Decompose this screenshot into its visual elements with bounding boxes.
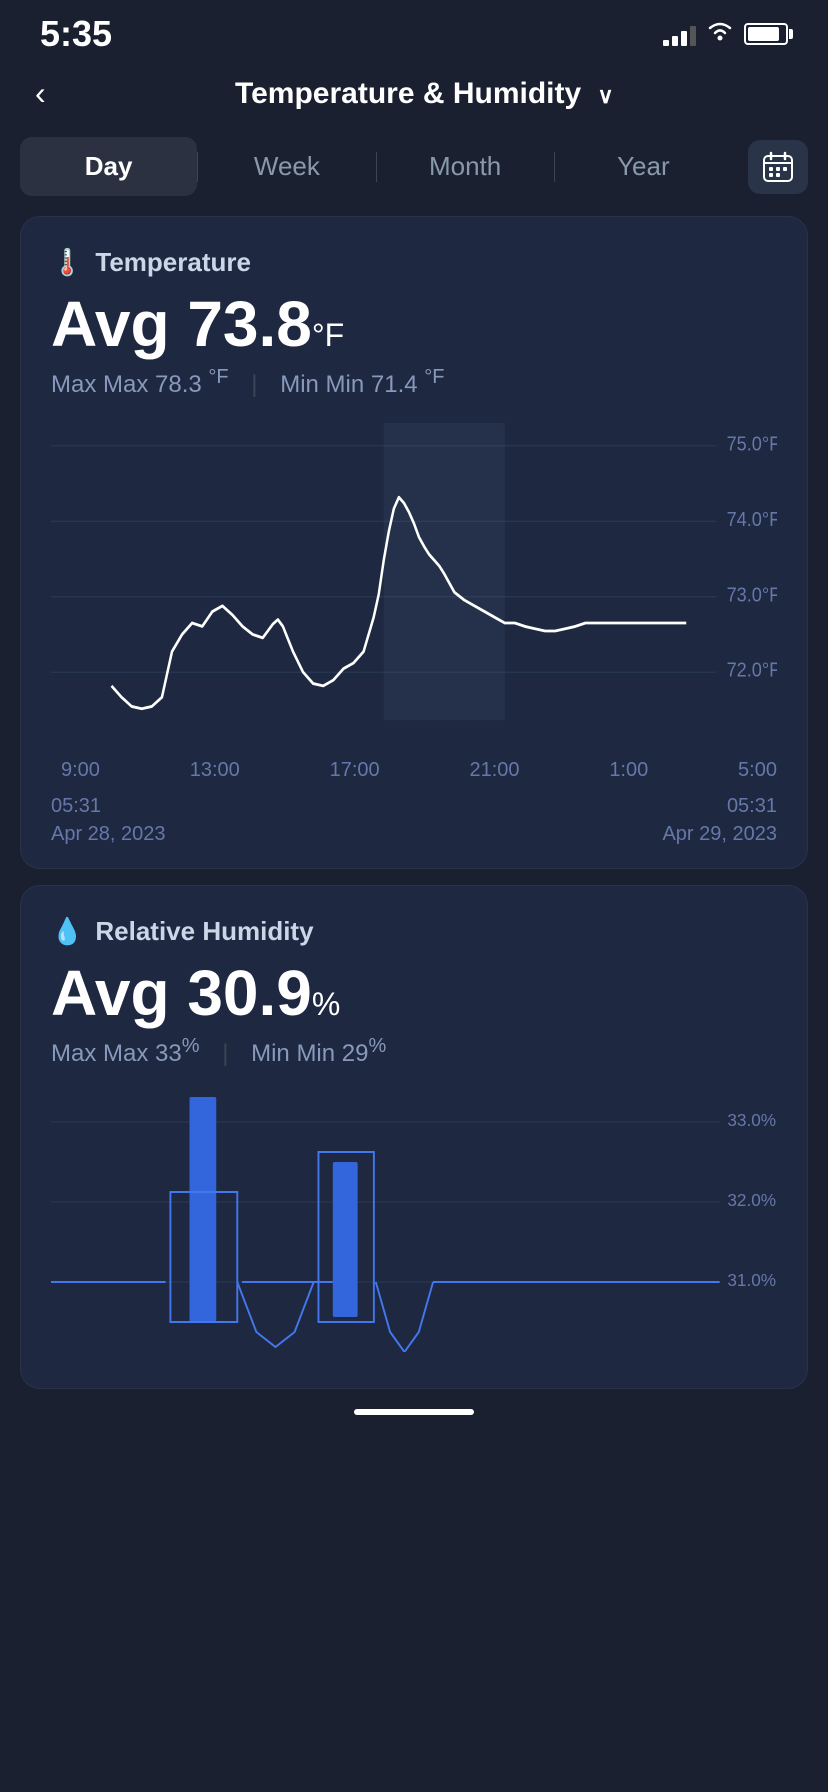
x-label-6: 5:00 — [738, 759, 777, 782]
calendar-icon — [762, 151, 794, 183]
x-label-4: 21:00 — [469, 759, 519, 782]
status-icons — [663, 20, 788, 48]
temp-min-max: Max Max 78.3 °F | Min Min 71.4 °F — [51, 366, 777, 399]
tab-month[interactable]: Month — [377, 137, 554, 196]
avg-prefix: Avg — [51, 288, 187, 360]
tab-year[interactable]: Year — [555, 137, 732, 196]
signal-icon — [663, 22, 696, 46]
tab-bar: Day Week Month Year — [0, 137, 828, 196]
battery-fill — [748, 27, 779, 41]
temperature-avg: Avg 73.8°F — [51, 292, 777, 356]
avg-temp-value: 73.8 — [187, 288, 312, 360]
temp-min: Min Min 71.4 °F — [280, 371, 444, 398]
temp-max: Max Max 78.3 °F — [51, 371, 229, 398]
humidity-unit: % — [312, 986, 340, 1022]
status-bar: 5:35 — [0, 0, 828, 60]
x-label-3: 17:00 — [330, 759, 380, 782]
start-date: Apr 28, 2023 — [51, 820, 166, 848]
humidity-min-max: Max Max 33% | Min Min 29% — [51, 1035, 777, 1068]
temp-x-labels: 9:00 13:00 17:00 21:00 1:00 5:00 — [51, 759, 777, 782]
svg-text:73.0°F: 73.0°F — [727, 583, 777, 606]
battery-icon — [744, 23, 788, 45]
x-label-2: 13:00 — [190, 759, 240, 782]
tab-day[interactable]: Day — [20, 137, 197, 196]
end-time: 05:31 — [662, 792, 777, 820]
humidity-avg: Avg 30.9% — [51, 961, 777, 1025]
date-start: 05:31 Apr 28, 2023 — [51, 792, 166, 848]
x-label-1: 9:00 — [61, 759, 100, 782]
dropdown-chevron[interactable]: ∨ — [598, 83, 614, 108]
temperature-chart: 75.0°F 74.0°F 73.0°F 72.0°F — [51, 423, 777, 743]
title-text: Temperature & Humidity — [235, 77, 581, 110]
x-label-5: 1:00 — [609, 759, 648, 782]
humidity-title: Relative Humidity — [95, 916, 313, 947]
calendar-button[interactable] — [748, 140, 808, 194]
avg-humidity-value: 30.9 — [187, 957, 312, 1029]
temperature-header: 🌡️ Temperature — [51, 247, 777, 278]
humidity-chart: 33.0% 32.0% 31.0% — [51, 1092, 777, 1352]
svg-text:33.0%: 33.0% — [727, 1110, 776, 1130]
humidity-icon: 💧 — [51, 916, 83, 947]
humidity-max: Max Max 33% — [51, 1040, 200, 1067]
humidity-min: Min Min 29% — [251, 1040, 386, 1067]
humidity-header: 💧 Relative Humidity — [51, 916, 777, 947]
tab-week[interactable]: Week — [198, 137, 375, 196]
signal-bar-1 — [663, 40, 669, 46]
home-indicator[interactable] — [354, 1409, 474, 1415]
temperature-title: Temperature — [95, 247, 251, 278]
end-date: Apr 29, 2023 — [662, 820, 777, 848]
date-end: 05:31 Apr 29, 2023 — [662, 792, 777, 848]
svg-text:75.0°F: 75.0°F — [727, 432, 777, 455]
signal-bar-4 — [690, 26, 696, 46]
avg-prefix: Avg — [51, 957, 187, 1029]
divider: | — [222, 1040, 235, 1067]
temperature-card: 🌡️ Temperature Avg 73.8°F Max Max 78.3 °… — [20, 216, 808, 869]
svg-text:31.0%: 31.0% — [727, 1270, 776, 1290]
date-range: 05:31 Apr 28, 2023 05:31 Apr 29, 2023 — [51, 792, 777, 848]
start-time: 05:31 — [51, 792, 166, 820]
temperature-chart-svg: 75.0°F 74.0°F 73.0°F 72.0°F — [51, 423, 777, 743]
humidity-card: 💧 Relative Humidity Avg 30.9% Max Max 33… — [20, 885, 808, 1389]
signal-bar-2 — [672, 36, 678, 46]
page-title: Temperature & Humidity ∨ — [51, 77, 798, 111]
svg-text:72.0°F: 72.0°F — [727, 659, 777, 682]
temp-unit: °F — [312, 317, 344, 353]
header: ‹ Temperature & Humidity ∨ — [0, 60, 828, 137]
status-time: 5:35 — [40, 13, 112, 55]
wifi-icon — [706, 20, 734, 48]
svg-text:74.0°F: 74.0°F — [727, 508, 777, 531]
svg-text:32.0%: 32.0% — [727, 1190, 776, 1210]
back-button[interactable]: ‹ — [30, 70, 51, 117]
thermometer-icon: 🌡️ — [51, 247, 83, 278]
humidity-chart-svg: 33.0% 32.0% 31.0% — [51, 1092, 777, 1352]
signal-bar-3 — [681, 31, 687, 46]
divider: | — [251, 371, 264, 398]
